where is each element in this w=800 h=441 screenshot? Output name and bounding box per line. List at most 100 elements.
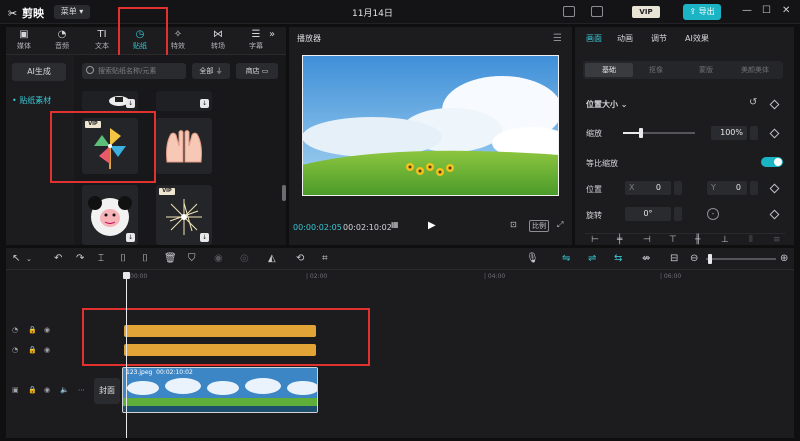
shield-icon[interactable]: ⛉ [188, 253, 196, 264]
layout-icon[interactable] [591, 6, 603, 17]
play-circle-icon[interactable]: ◉ [214, 253, 223, 264]
menu-button[interactable]: 菜单 ▾ [54, 5, 90, 19]
keyframe-icon[interactable] [769, 209, 780, 220]
playhead[interactable] [126, 272, 127, 438]
cover-button[interactable]: 封面 [94, 378, 120, 404]
fit-screen-icon[interactable]: ⊡ [510, 220, 517, 229]
sticker-tile-hands[interactable] [156, 118, 212, 174]
minimize-icon[interactable]: — [742, 5, 752, 16]
download-icon[interactable]: ↓ [126, 233, 135, 242]
tab-animation[interactable]: 动画 [617, 33, 633, 44]
reset-icon[interactable]: ↺ [749, 97, 757, 108]
linkage-icon[interactable]: ⇆ [614, 253, 622, 264]
download-icon[interactable]: ↓ [126, 99, 135, 108]
zoom-slider[interactable] [706, 258, 776, 260]
select-cursor-icon[interactable]: ↖ [12, 253, 20, 264]
distribute-v-icon[interactable]: ≡ [773, 235, 781, 245]
preview-canvas[interactable] [302, 55, 559, 196]
align-middle-icon[interactable]: ╫ [695, 235, 700, 245]
zoom-out-icon[interactable]: ⊖ [690, 253, 698, 264]
scale-input[interactable]: 100% [711, 126, 747, 140]
sticker-tile-panda[interactable]: ↓ [82, 185, 138, 245]
delete-icon[interactable]: 🗑 [164, 253, 177, 264]
redo-icon[interactable]: ↷ [76, 253, 84, 264]
crop-icon[interactable]: ⌗ [322, 253, 328, 264]
freeze-icon[interactable]: ◎ [240, 253, 249, 264]
sticker-tile[interactable]: ↓ [82, 91, 138, 111]
zoom-slider-handle[interactable] [708, 254, 712, 264]
position-y-input[interactable]: Y 0 [707, 181, 747, 195]
section-position-size[interactable]: 位置大小 ⌄ [586, 99, 628, 110]
tab-transition[interactable]: ⋈ 转场 [202, 29, 234, 53]
position-x-stepper[interactable] [674, 181, 682, 195]
distribute-h-icon[interactable]: ⫴ [749, 235, 753, 245]
materials-scrollbar[interactable] [282, 185, 286, 201]
rotation-input[interactable]: 0° [625, 207, 671, 221]
video-clip[interactable]: 123.jpeg 00:02:10:02 [122, 367, 318, 413]
subtab-beauty[interactable]: 美颜美体 [741, 65, 769, 75]
position-x-input[interactable]: X 0 [625, 181, 671, 195]
fullscreen-icon[interactable]: ⤢ [557, 220, 563, 230]
store-button[interactable]: 商店 ▭ [236, 63, 278, 79]
subtab-mask[interactable]: 蒙版 [699, 65, 713, 75]
subtab-basic[interactable]: 基础 [585, 63, 633, 77]
split-icon[interactable]: ⌶ [98, 253, 104, 264]
mirror-icon[interactable]: ◭ [268, 253, 276, 264]
chevron-down-icon[interactable]: ⌄ [26, 255, 32, 263]
more-tabs-icon[interactable]: » [262, 29, 282, 53]
link-main-track-icon[interactable]: ⇋ [562, 253, 570, 264]
lock-icon[interactable]: 🔒 [28, 326, 37, 334]
monitor-icon[interactable] [563, 6, 575, 17]
rotation-dial-icon[interactable]: - [707, 208, 719, 220]
player-menu-icon[interactable]: ☰ [553, 33, 562, 44]
caption-track-icon[interactable]: ⊟ [670, 253, 678, 264]
eye-icon[interactable]: ◉ [44, 326, 50, 334]
scale-slider-handle[interactable] [639, 128, 643, 138]
lock-icon[interactable]: 🔒 [28, 386, 37, 394]
more-icon[interactable]: ⋯ [78, 386, 85, 394]
download-icon[interactable]: ↓ [200, 99, 209, 108]
waveform-icon[interactable]: ▦ [391, 220, 399, 229]
microphone-icon[interactable]: 🎙 [526, 253, 539, 264]
keyframe-icon[interactable] [769, 99, 780, 110]
rotation-stepper[interactable] [674, 207, 682, 221]
maximize-icon[interactable]: ☐ [762, 5, 771, 16]
eye-icon[interactable]: ◉ [44, 386, 50, 394]
split-right-icon[interactable]: ⌷ [142, 253, 148, 264]
sticker-tile-firework[interactable]: VIP ↓ [156, 185, 212, 245]
zoom-in-icon[interactable]: ⊕ [780, 253, 788, 264]
vip-badge[interactable]: VIP [632, 6, 660, 18]
subtab-cutout[interactable]: 抠像 [649, 65, 663, 75]
close-icon[interactable]: ✕ [782, 5, 790, 16]
search-input[interactable]: 搜索贴纸名称/元素 [82, 63, 186, 79]
preview-axis-icon[interactable]: ⇎ [642, 253, 650, 264]
position-y-stepper[interactable] [750, 181, 758, 195]
ai-generate-button[interactable]: AI生成 [12, 63, 66, 81]
keyframe-icon[interactable] [769, 128, 780, 139]
tab-picture[interactable]: 画面 [586, 33, 602, 44]
align-bottom-icon[interactable]: ⊥ [721, 235, 729, 245]
undo-icon[interactable]: ↶ [54, 253, 62, 264]
scale-stepper[interactable] [750, 126, 758, 140]
filter-button[interactable]: 全部 ⏚ [192, 63, 230, 79]
export-button[interactable]: ⇪ 导出 [683, 4, 721, 20]
tab-ai-effects[interactable]: AI效果 [685, 33, 709, 44]
align-left-icon[interactable]: ⊢ [591, 235, 599, 245]
tab-text[interactable]: TI 文本 [86, 29, 118, 53]
download-icon[interactable]: ↓ [200, 233, 209, 242]
align-top-icon[interactable]: ⊤ [669, 235, 677, 245]
keyframe-icon[interactable] [769, 183, 780, 194]
split-left-icon[interactable]: ⌷ [120, 253, 126, 264]
play-icon[interactable]: ▶ [428, 220, 436, 231]
tab-media[interactable]: ▣ 媒体 [8, 29, 40, 53]
magnet-icon[interactable]: ⇌ [588, 253, 596, 264]
audio-mute-icon[interactable]: 🔈 [60, 386, 69, 394]
sticker-tile[interactable]: ↓ [156, 91, 212, 111]
align-right-icon[interactable]: ⊣ [643, 235, 651, 245]
tab-adjust[interactable]: 调节 [651, 33, 667, 44]
align-center-icon[interactable]: ╪ [617, 235, 622, 245]
lock-icon[interactable]: 🔒 [28, 346, 37, 354]
ratio-button[interactable]: 比例 [529, 220, 549, 232]
tab-audio[interactable]: ◔ 音频 [46, 29, 78, 53]
eye-icon[interactable]: ◉ [44, 346, 50, 354]
